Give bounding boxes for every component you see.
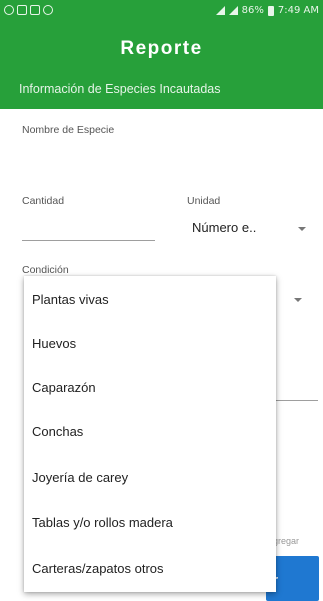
condition-dropdown-menu: Plantas vivas Huevos Caparazón Conchas J… <box>24 276 276 592</box>
condition-label: Condición <box>22 264 69 276</box>
unit-select[interactable]: Número e.. <box>187 214 317 242</box>
dropdown-option-huevos[interactable]: Huevos <box>24 322 276 366</box>
page-subtitle: Información de Especies Incautadas <box>19 82 221 96</box>
signal-strength-icon <box>228 6 238 15</box>
dropdown-option-conchas[interactable]: Conchas <box>24 410 276 454</box>
status-bar: 86% 7:49 AM <box>0 0 323 24</box>
notification-icon <box>4 5 14 15</box>
dropdown-option-plantas-vivas[interactable]: Plantas vivas <box>24 278 276 322</box>
quantity-label: Cantidad <box>22 195 65 207</box>
quantity-underline <box>22 240 155 241</box>
quantity-input[interactable] <box>22 212 155 240</box>
app-icon <box>43 5 53 15</box>
dropdown-option-tablas-rollos-madera[interactable]: Tablas y/o rollos madera <box>24 501 276 545</box>
species-input[interactable] <box>22 140 323 174</box>
battery-percent: 86% <box>241 5 264 16</box>
species-label: Nombre de Especie <box>22 124 115 136</box>
app-header: 86% 7:49 AM Reporte Información de Espec… <box>0 0 323 109</box>
message-icon <box>17 5 27 15</box>
dropdown-option-joyeria-de-carey[interactable]: Joyería de carey <box>24 456 276 500</box>
dropdown-option-caparazon[interactable]: Caparazón <box>24 366 276 410</box>
page-title: Reporte <box>120 38 203 59</box>
signal-icon <box>215 6 225 15</box>
dropdown-option-carteras-zapatos[interactable]: Carteras/zapatos otros <box>24 547 276 591</box>
image-icon <box>30 5 40 15</box>
field-underline <box>276 400 318 401</box>
condition-chevron-down-icon[interactable] <box>294 298 302 302</box>
clock: 7:49 AM <box>277 5 319 16</box>
unit-label: Unidad <box>187 195 221 207</box>
chevron-down-icon <box>298 227 306 231</box>
unit-select-value: Número e.. <box>192 220 257 235</box>
battery-icon <box>267 5 274 16</box>
